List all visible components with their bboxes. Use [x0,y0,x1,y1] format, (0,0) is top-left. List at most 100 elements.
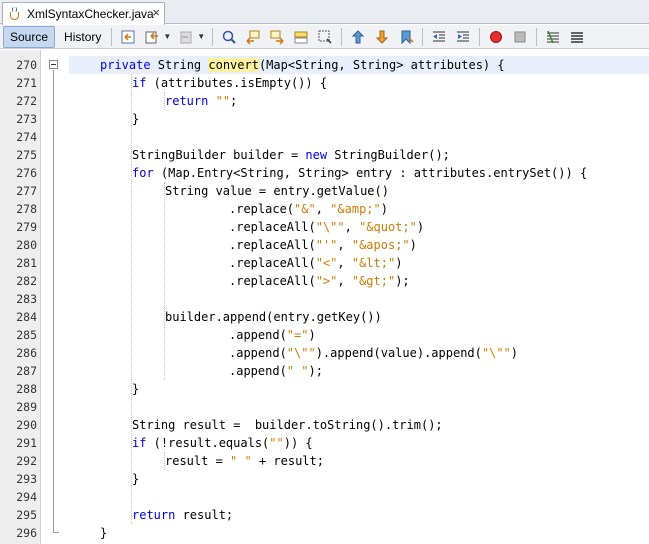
code-line[interactable]: 288} [0,380,649,398]
line-number: 289 [16,400,37,414]
stop-macro-recording-icon[interactable] [510,27,530,47]
line-number: 278 [16,202,37,216]
code-text: .replace("&", "&amp;") [229,200,388,218]
line-number: 283 [16,292,37,306]
string-token: "<" [315,256,338,270]
source-tab[interactable]: Source [3,25,56,48]
code-token: )) { [283,436,313,450]
code-line[interactable]: 281 .replaceAll("<", "&lt;") [0,254,649,272]
code-line[interactable]: 278 .replace("&", "&amp;") [0,200,649,218]
code-line[interactable]: 290 String result = builder.toString().tr… [0,416,649,434]
code-token: StringBuilder builder = [132,148,306,162]
code-text: .append("=") [229,326,316,344]
toggle-rectangular-selection-icon[interactable] [315,27,335,47]
code-line[interactable]: 296} [0,524,649,542]
code-token: .append( [229,346,287,360]
find-next-icon[interactable] [267,27,287,47]
code-line[interactable]: 293} [0,470,649,488]
close-icon[interactable]: × [152,5,160,21]
chevron-down-icon[interactable]: ▼ [197,32,205,41]
code-line[interactable]: 292 result = " " + result; [0,452,649,470]
history-tab[interactable]: History [58,26,107,48]
string-token: "\"" [286,346,316,360]
code-line[interactable]: 285 .append("=") [0,326,649,344]
chevron-down-icon[interactable]: ▼ [163,32,171,41]
string-token: "" [215,94,231,108]
code-line[interactable]: 283 [0,290,649,308]
file-tab[interactable]: XmlSyntaxChecker.java × [2,2,165,25]
code-line[interactable]: 279 .replaceAll("\"", "&quot;") [0,218,649,236]
code-line[interactable]: 291 if (!result.equals("")) { [0,434,649,452]
string-token: "=" [286,328,309,342]
code-line[interactable]: 294 [0,488,649,506]
code-text: .append("\"").append(value).append("\"") [229,344,518,362]
code-token: } [100,526,108,540]
string-token: "\"" [481,346,511,360]
code-line[interactable]: 270 private String convert(Map<String, St… [0,56,649,74]
toggle-highlight-icon[interactable] [291,27,311,47]
line-number: 295 [16,508,37,522]
code-token: ; [230,94,238,108]
code-token: .replaceAll( [229,220,316,234]
uncomment-icon[interactable] [567,27,587,47]
code-token: .replace( [229,202,295,216]
code-line[interactable]: 273} [0,110,649,128]
code-text: private String convert(Map<String, Strin… [100,56,505,74]
code-line[interactable]: 276 for (Map.Entry<String, String> entry … [0,164,649,182]
line-number: 293 [16,472,37,486]
code-text: return result; [132,506,233,524]
shift-left-icon[interactable] [429,27,449,47]
code-line[interactable]: 284 builder.append(entry.getKey()) [0,308,649,326]
code-line[interactable]: 274 [0,128,649,146]
code-token: (!result.equals( [146,436,270,450]
forward-icon[interactable] [176,27,196,47]
line-number: 272 [16,94,37,108]
previous-bookmark-icon[interactable] [348,27,368,47]
comment-icon[interactable] [543,27,563,47]
line-number: 292 [16,454,37,468]
start-macro-recording-icon[interactable] [486,27,506,47]
string-token: "&gt;" [351,274,396,288]
code-line[interactable]: 295 return result; [0,506,649,524]
line-number: 274 [16,130,37,144]
code-line[interactable]: 271 if (attributes.isEmpty()) { [0,74,649,92]
indent-guide [164,452,165,470]
code-token: ) [308,328,316,342]
code-token: + result; [251,454,324,468]
code-line[interactable]: 282 .replaceAll(">", "&gt;"); [0,272,649,290]
code-text: if (!result.equals("")) { [132,434,313,452]
string-token: "&quot;" [359,220,417,234]
line-number: 271 [16,76,37,90]
back-icon[interactable] [142,27,162,47]
next-bookmark-icon[interactable] [372,27,392,47]
last-edit-icon[interactable] [118,27,138,47]
line-number: 279 [16,220,37,234]
code-line[interactable]: 277 String value = entry.getValue() [0,182,649,200]
find-selection-icon[interactable] [219,27,239,47]
code-editor[interactable]: 270 private String convert(Map<String, St… [0,50,649,544]
code-text: result = " " + result; [165,452,324,470]
code-line[interactable]: 286 .append("\"").append(value).append("\… [0,344,649,362]
code-line[interactable]: 289 [0,398,649,416]
code-text: if (attributes.isEmpty()) { [132,74,327,92]
line-number: 282 [16,274,37,288]
toolbar-separator [479,27,481,46]
shift-right-icon[interactable] [453,27,473,47]
collapse-fold-icon[interactable] [49,60,58,69]
code-token: , [337,256,352,270]
string-token: "'" [315,238,338,252]
keyword-token: if [132,76,147,90]
line-number: 275 [16,148,37,162]
code-token: , [315,202,331,216]
toolbar-separator [422,27,424,46]
code-text: .replaceAll(">", "&gt;"); [229,272,410,290]
code-line[interactable]: 275 StringBuilder builder = new StringBui… [0,146,649,164]
find-previous-icon[interactable] [243,27,263,47]
code-token: ) [395,256,403,270]
code-line[interactable]: 272 return ""; [0,92,649,110]
indent-guide [164,92,165,110]
toggle-bookmark-icon[interactable] [396,27,416,47]
code-token: .append( [229,364,287,378]
code-line[interactable]: 287 .append(" "); [0,362,649,380]
code-line[interactable]: 280 .replaceAll("'", "&apos;") [0,236,649,254]
